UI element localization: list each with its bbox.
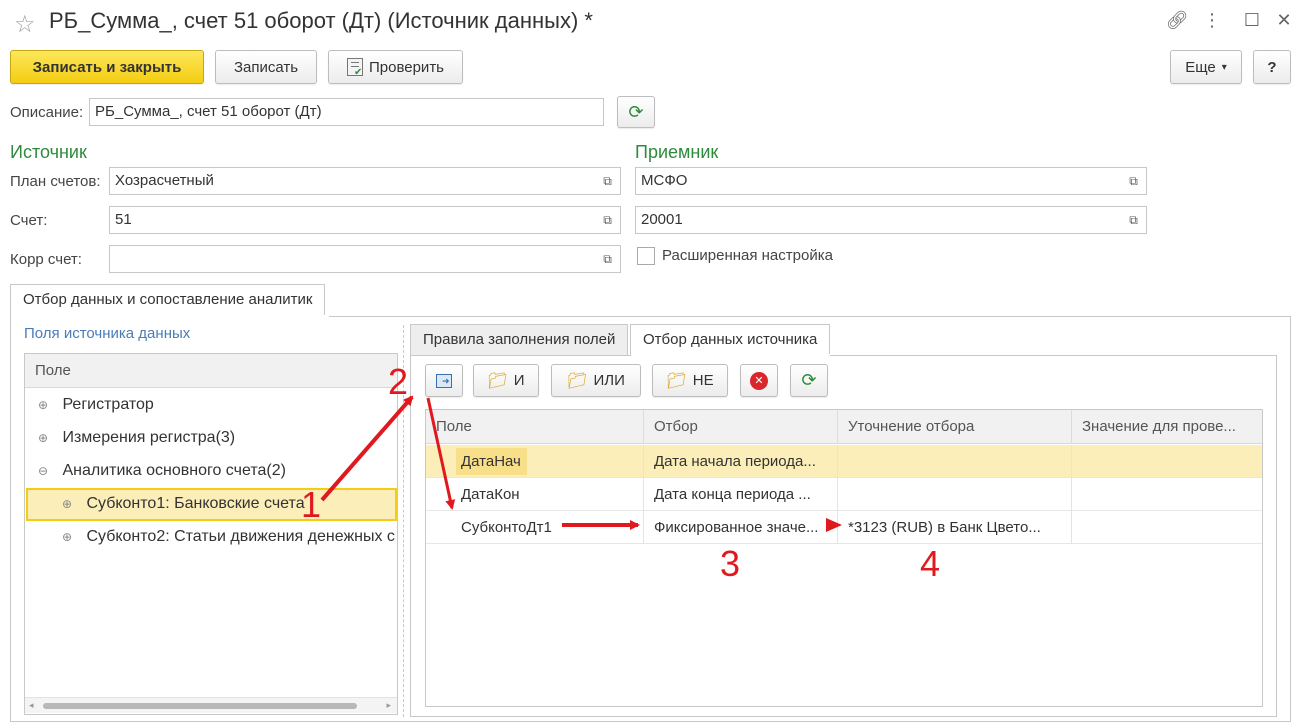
arrow-1-to-2 bbox=[320, 395, 414, 502]
arrow-2-to-field bbox=[426, 397, 456, 510]
annotation-4: 4 bbox=[920, 543, 941, 584]
annotation-3: 3 bbox=[720, 543, 741, 584]
annotation-arrows bbox=[320, 395, 842, 532]
arrow-filter-to-refine bbox=[826, 518, 842, 532]
annotation-1: 1 bbox=[301, 484, 322, 525]
annotation-2: 2 bbox=[388, 361, 409, 402]
